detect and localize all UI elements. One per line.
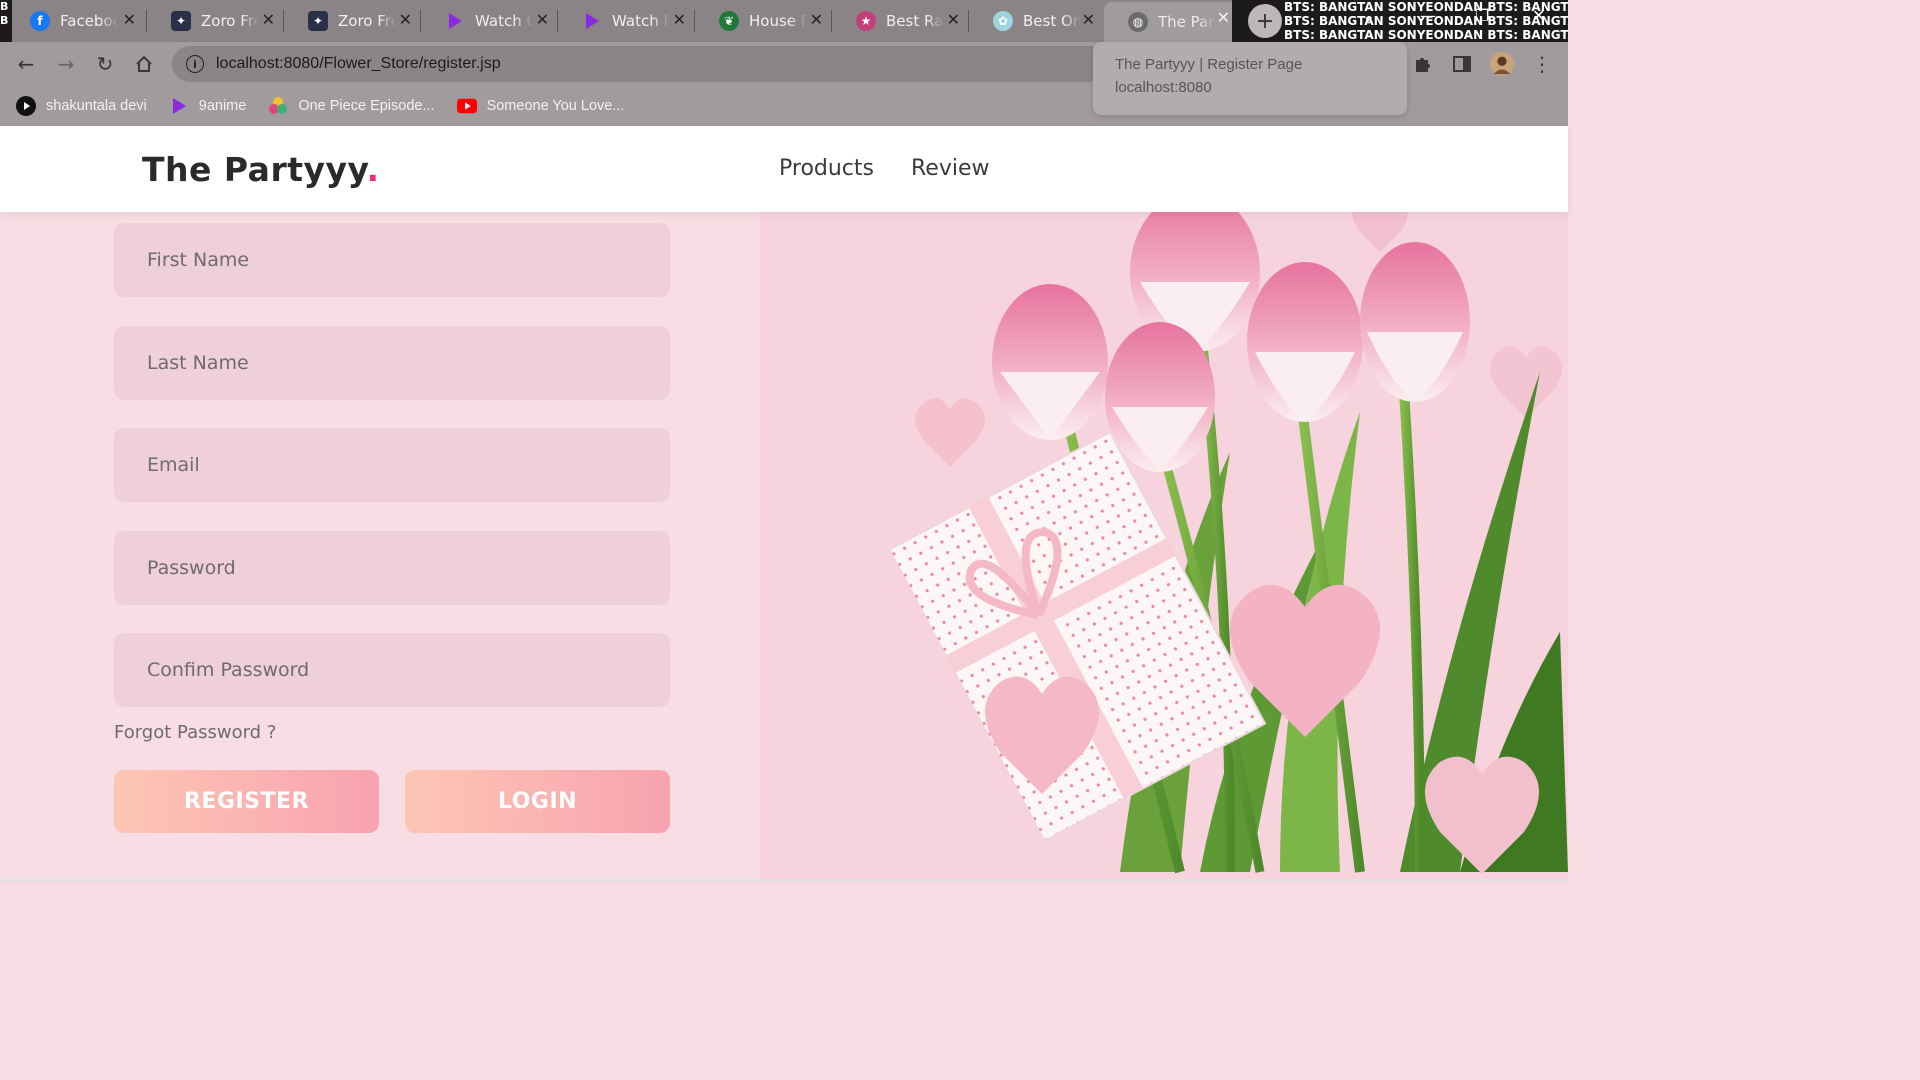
- close-window-icon[interactable]: ✕: [1532, 6, 1545, 25]
- last-name-field[interactable]: Last Name: [114, 326, 670, 400]
- hero-image: [760, 212, 1568, 882]
- password-field[interactable]: Password: [114, 531, 670, 605]
- tab-best-rated[interactable]: ★ Best Rate ✕: [832, 4, 968, 38]
- reload-icon[interactable]: ↻: [93, 52, 117, 76]
- play-icon: [169, 96, 189, 116]
- tab-house-plants[interactable]: ❦ House Pl ✕: [695, 4, 831, 38]
- play-icon: [445, 11, 465, 31]
- tulip: [992, 284, 1108, 440]
- flower-icon: [268, 96, 288, 116]
- avatar[interactable]: [1490, 52, 1514, 76]
- site-logo[interactable]: The Partyyy.: [142, 150, 380, 189]
- tab-facebook[interactable]: f Facebook ✕: [6, 4, 144, 38]
- new-tab-button[interactable]: +: [1248, 4, 1282, 38]
- play-icon: [582, 11, 602, 31]
- plant-icon: ❦: [719, 11, 739, 31]
- tab-best-online[interactable]: ✿ Best Onl ✕: [969, 4, 1103, 38]
- tab-zoro-1[interactable]: ✦ Zoro Free ✕: [147, 4, 283, 38]
- tab-tooltip: The Partyyy | Register Page localhost:80…: [1093, 42, 1407, 115]
- bookmark-item[interactable]: Someone You Love...: [456, 96, 624, 116]
- facebook-icon: f: [30, 11, 50, 31]
- bts-banner: BTS: BANGTAN SONYEONDAN BTS: BANGTAN SON…: [1232, 0, 1568, 42]
- nav-review[interactable]: Review: [911, 156, 990, 181]
- tulip: [1105, 322, 1215, 472]
- close-icon[interactable]: ✕: [673, 10, 686, 29]
- bookmark-item[interactable]: shakuntala devi: [16, 96, 147, 116]
- extensions-puzzle-icon[interactable]: [1411, 52, 1435, 76]
- close-icon[interactable]: ✕: [1217, 8, 1230, 27]
- globe-icon: ◍: [1128, 12, 1148, 32]
- tab-search-icon[interactable]: ⌄: [1362, 6, 1375, 25]
- zoro-icon: ✦: [308, 11, 328, 31]
- play-circle-icon: [16, 96, 36, 116]
- forward-icon[interactable]: →: [54, 52, 78, 76]
- register-section: First Name Last Name Email Password Conf…: [0, 212, 1568, 882]
- confirm-password-field[interactable]: Confim Password: [114, 633, 670, 707]
- zoro-icon: ✦: [171, 11, 191, 31]
- close-icon[interactable]: ✕: [1082, 10, 1095, 29]
- tulip: [1247, 262, 1363, 422]
- nav-products[interactable]: Products: [779, 156, 874, 181]
- tab-the-partyyy[interactable]: ◍ The Party ✕: [1104, 2, 1238, 42]
- tulip: [1360, 242, 1470, 402]
- tab-strip: BB f Facebook ✕ ✦ Zoro Free ✕ ✦ Zoro Fre…: [0, 0, 1568, 42]
- site-header: The Partyyy. Products Review: [0, 126, 1568, 212]
- close-icon[interactable]: ✕: [536, 10, 549, 29]
- close-icon[interactable]: ✕: [262, 10, 275, 29]
- tab-zoro-2[interactable]: ✦ Zoro Free ✕: [284, 4, 420, 38]
- first-name-field[interactable]: First Name: [114, 223, 670, 297]
- close-icon[interactable]: ✕: [399, 10, 412, 29]
- close-icon[interactable]: ✕: [810, 10, 823, 29]
- youtube-icon: [456, 96, 477, 116]
- badge-icon: ★: [856, 11, 876, 31]
- home-icon[interactable]: [132, 52, 156, 76]
- close-icon[interactable]: ✕: [123, 10, 136, 29]
- page-bottom-edge: [0, 879, 1568, 882]
- login-button[interactable]: LOGIN: [405, 770, 670, 833]
- back-icon[interactable]: ←: [14, 52, 38, 76]
- minimize-icon[interactable]: —: [1420, 6, 1436, 25]
- email-field[interactable]: Email: [114, 428, 670, 502]
- tab-watch-2[interactable]: Watch M ✕: [558, 4, 694, 38]
- flower-icon: ✿: [993, 11, 1013, 31]
- restore-icon[interactable]: ❐: [1475, 6, 1489, 25]
- forgot-password-link[interactable]: Forgot Password ?: [114, 722, 276, 743]
- tulips-gift-illustration: [760, 212, 1568, 882]
- bookmark-item[interactable]: 9anime: [169, 96, 246, 116]
- side-panel-icon[interactable]: [1450, 52, 1474, 76]
- register-button[interactable]: REGISTER: [114, 770, 379, 833]
- tab-watch-1[interactable]: Watch O ✕: [421, 4, 557, 38]
- bookmark-item[interactable]: One Piece Episode...: [268, 96, 435, 116]
- close-icon[interactable]: ✕: [947, 10, 960, 29]
- info-icon[interactable]: i: [186, 55, 204, 73]
- menu-icon[interactable]: ⋮: [1530, 52, 1554, 76]
